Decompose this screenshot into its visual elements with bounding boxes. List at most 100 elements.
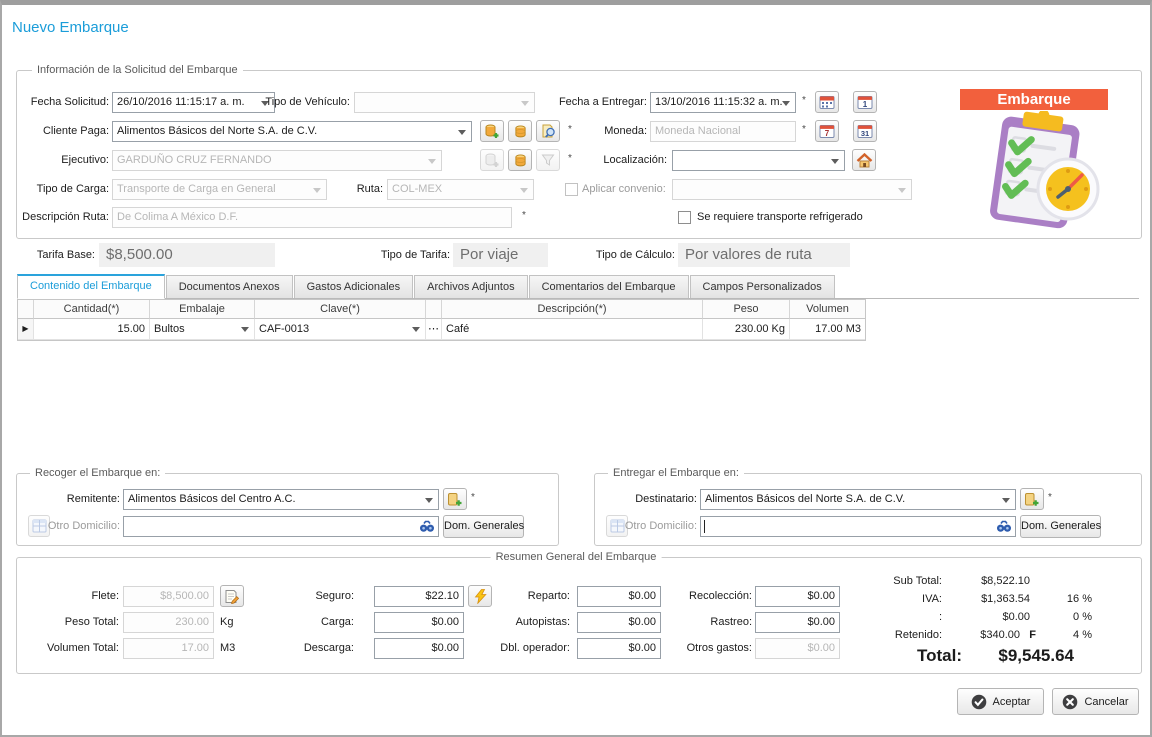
cancelar-button[interactable]: Cancelar — [1052, 688, 1139, 715]
grid-header-indicator — [18, 300, 34, 319]
calendar-day1-button[interactable]: 1 — [853, 91, 877, 113]
search-client-button[interactable] — [536, 120, 560, 142]
aplicar-convenio-label: Aplicar convenio: — [582, 179, 666, 199]
recoleccion-input[interactable]: $0.00 — [755, 586, 840, 607]
flete-field: $8,500.00 — [123, 586, 214, 607]
otros-gastos-label: Otros gastos: — [642, 638, 752, 658]
tab-comentarios-del-embarque[interactable]: Comentarios del Embarque — [529, 275, 689, 298]
add-client-button[interactable] — [480, 120, 504, 142]
calendar-7-icon: 7 — [819, 124, 835, 139]
calendar-button[interactable] — [815, 91, 839, 113]
carga-input[interactable]: $0.00 — [374, 612, 464, 633]
funnel-icon — [541, 153, 555, 167]
otro-impuesto-label: : — [842, 611, 942, 623]
tab-gastos-adicionales[interactable]: Gastos Adicionales — [294, 275, 414, 298]
calendar-icon — [819, 95, 835, 110]
seguro-input[interactable]: $22.10 — [374, 586, 464, 607]
chevron-down-icon[interactable] — [458, 130, 466, 135]
tab-campos-personalizados[interactable]: Campos Personalizados — [690, 275, 835, 298]
chevron-down-icon[interactable] — [412, 327, 420, 332]
contenido-grid: Cantidad(*) Embalaje Clave(*) Descripció… — [17, 299, 866, 341]
cell-descripcion[interactable]: Café — [442, 319, 703, 340]
required-marker: * — [802, 95, 806, 106]
edit-flete-button[interactable] — [220, 585, 244, 607]
binoculars-icon[interactable] — [996, 520, 1012, 537]
cancelar-label: Cancelar — [1084, 696, 1128, 708]
binoculars-icon[interactable] — [419, 520, 435, 537]
chevron-down-icon[interactable] — [782, 101, 790, 106]
remitente-combo[interactable]: Alimentos Básicos del Centro A.C. — [123, 489, 439, 510]
chevron-down-icon — [313, 188, 321, 193]
moneda-label: Moneda: — [558, 121, 647, 141]
cell-volumen[interactable]: 17.00 M3 — [790, 319, 865, 340]
chevron-down-icon[interactable] — [241, 327, 249, 332]
retenido-pct: 4 % — [1042, 629, 1092, 641]
aplicar-convenio-checkbox — [565, 183, 578, 196]
chevron-down-icon[interactable] — [1002, 498, 1010, 503]
sub-total-label: Sub Total: — [842, 575, 942, 587]
moneda-field: Moneda Nacional — [650, 121, 796, 142]
calendar-day7-button[interactable]: 7 — [815, 120, 839, 142]
svg-text:31: 31 — [861, 129, 869, 138]
dbl-operador-label: Dbl. operador: — [462, 638, 570, 658]
volumen-total-field: 17.00 — [123, 638, 214, 659]
grid-header-dots — [426, 300, 442, 319]
calendar-day31-button[interactable]: 31 — [853, 120, 877, 142]
home-address-button[interactable] — [852, 149, 876, 171]
cell-peso[interactable]: 230.00 Kg — [703, 319, 790, 340]
otro-domicilio-input[interactable] — [123, 516, 439, 537]
cliente-paga-combo[interactable]: Alimentos Básicos del Norte S.A. de C.V. — [112, 121, 472, 142]
x-circle-icon — [1062, 694, 1078, 710]
chevron-down-icon[interactable] — [831, 159, 839, 164]
tab-archivos-adjuntos[interactable]: Archivos Adjuntos — [414, 275, 527, 298]
resumen-legend: Resumen General del Embarque — [491, 551, 662, 563]
iva-value: $1,363.54 — [950, 593, 1030, 605]
volumen-total-label: Volumen Total: — [10, 638, 119, 658]
iva-pct: 16 % — [1042, 593, 1092, 605]
tab-documentos-anexos[interactable]: Documentos Anexos — [166, 275, 293, 298]
grid-header-cantidad[interactable]: Cantidad(*) — [34, 300, 150, 319]
aceptar-button[interactable]: Aceptar — [957, 688, 1044, 715]
grid-header-peso[interactable]: Peso — [703, 300, 790, 319]
cell-clave[interactable]: CAF-0013 — [255, 319, 426, 340]
dom-generales-button[interactable]: Dom. Generales — [1020, 515, 1101, 538]
grid-header-clave[interactable]: Clave(*) — [255, 300, 426, 319]
ellipsis-button[interactable]: ⋯ — [426, 319, 442, 340]
client-catalog-button[interactable] — [508, 120, 532, 142]
nuevo-embarque-window: Nuevo Embarque Información de la Solicit… — [0, 0, 1152, 737]
ruta-combo: COL-MEX — [387, 179, 534, 200]
refrigerado-checkbox[interactable] — [678, 211, 691, 224]
add-destinatario-button[interactable] — [1020, 488, 1044, 510]
rastreo-input[interactable]: $0.00 — [755, 612, 840, 633]
card-add-icon — [1024, 492, 1040, 507]
ejecutivo-label: Ejecutivo: — [10, 150, 109, 170]
tab-contenido-del-embarque[interactable]: Contenido del Embarque — [17, 274, 165, 299]
dom-generales-button[interactable]: Dom. Generales — [443, 515, 524, 538]
add-remitente-button[interactable] — [443, 488, 467, 510]
destinatario-combo[interactable]: Alimentos Básicos del Norte S.A. de C.V. — [700, 489, 1016, 510]
grid-header-volumen[interactable]: Volumen — [790, 300, 865, 319]
required-marker: * — [802, 124, 806, 135]
grid-header-descripcion[interactable]: Descripción(*) — [442, 300, 703, 319]
grid-header-embalaje[interactable]: Embalaje — [150, 300, 255, 319]
otro-domicilio-label: Otro Domicilio: — [609, 516, 697, 536]
refrigerado-label: Se requiere transporte refrigerado — [697, 207, 863, 227]
iva-label: IVA: — [842, 593, 942, 605]
descarga-input[interactable]: $0.00 — [374, 638, 464, 659]
tipo-vehiculo-combo — [354, 92, 535, 113]
ejecutivo-catalog-button[interactable] — [508, 149, 532, 171]
cell-cantidad[interactable]: 15.00 — [34, 319, 150, 340]
otro-domicilio-input[interactable] — [700, 516, 1016, 537]
fecha-solicitud-label: Fecha Solicitud: — [10, 92, 109, 112]
cell-embalaje[interactable]: Bultos — [150, 319, 255, 340]
retenido-value: $340.00 — [950, 629, 1020, 641]
svg-text:1: 1 — [863, 100, 868, 109]
fecha-entregar-label: Fecha a Entregar: — [558, 92, 647, 112]
grid-header-row: Cantidad(*) Embalaje Clave(*) Descripció… — [18, 300, 865, 319]
retenido-label: Retenido: — [842, 629, 942, 641]
filter-ejecutivo-button — [536, 149, 560, 171]
localizacion-combo[interactable] — [672, 150, 845, 171]
fecha-entregar-combo[interactable]: 13/10/2016 11:15:32 a. m. — [650, 92, 796, 113]
remitente-label: Remitente: — [32, 489, 120, 509]
chevron-down-icon[interactable] — [425, 498, 433, 503]
